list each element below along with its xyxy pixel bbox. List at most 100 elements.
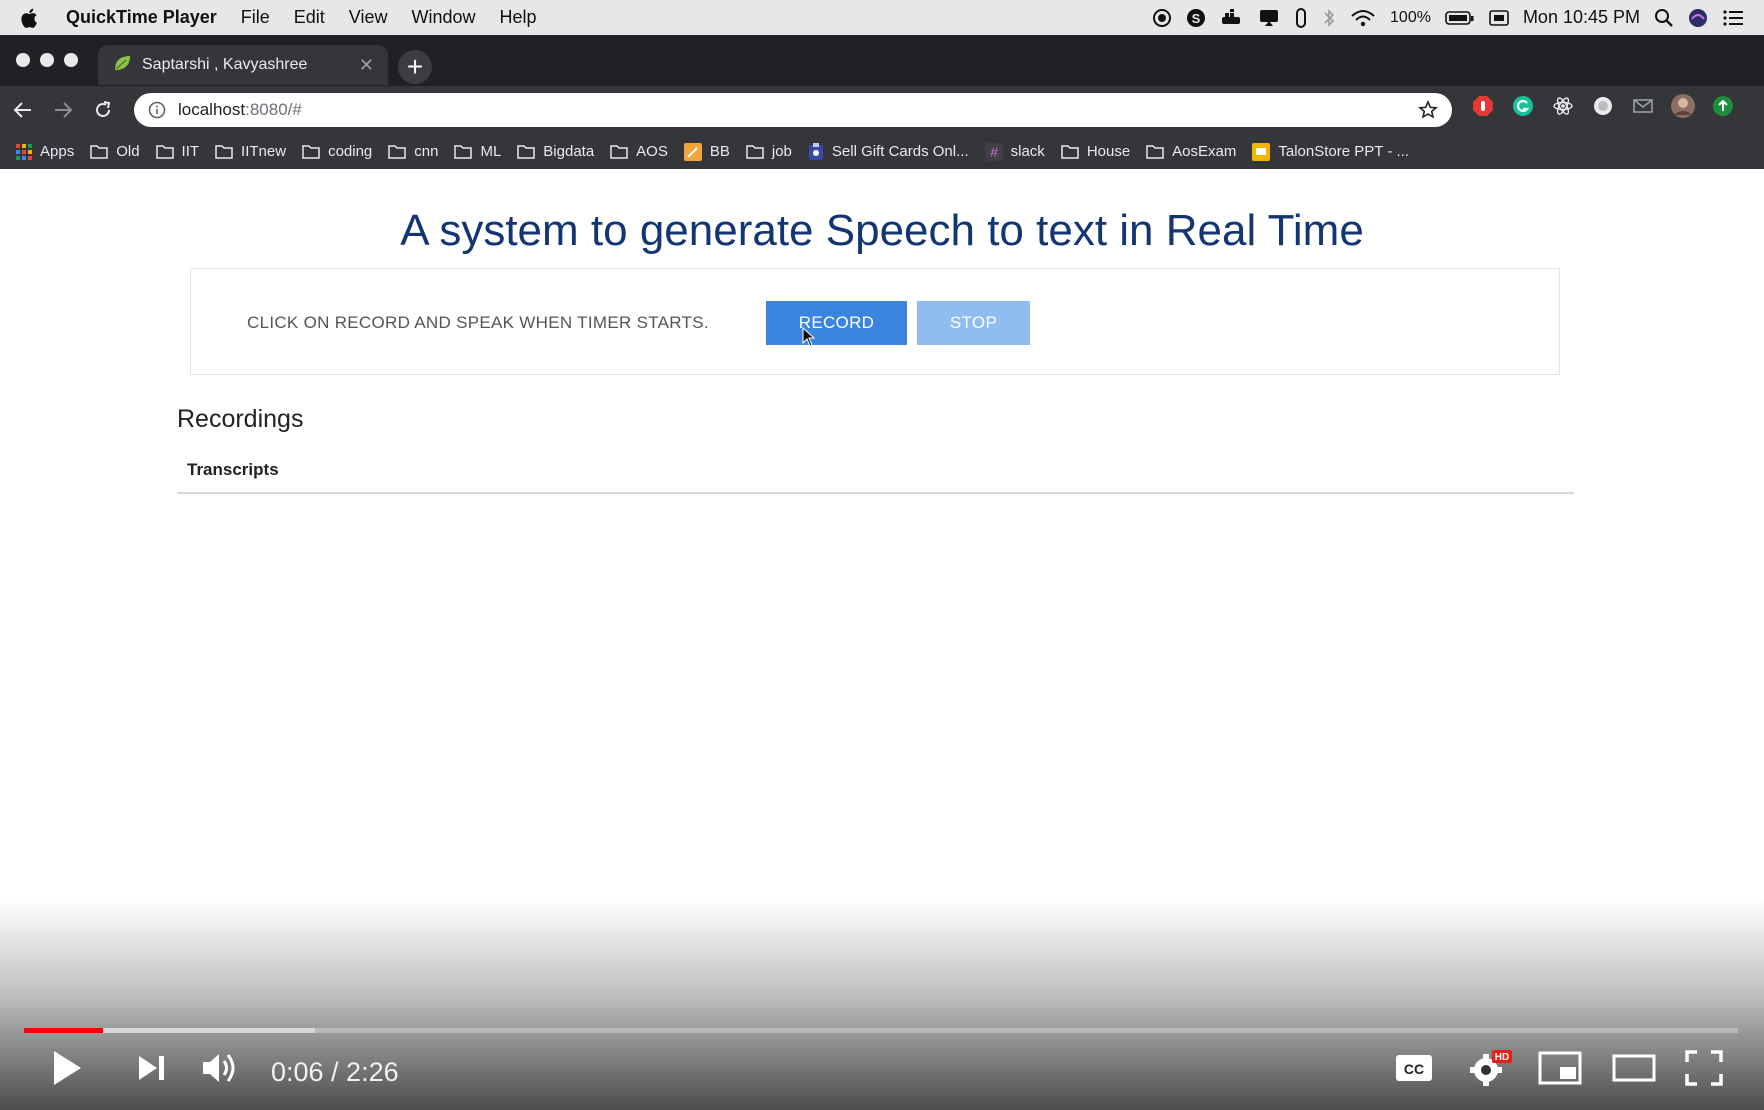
menu-view[interactable]: View [349,7,388,28]
address-bar[interactable]: localhost:8080/# [134,93,1452,127]
siri-icon[interactable] [1688,8,1708,28]
url-host: localhost [178,100,246,119]
slides-icon [1252,142,1271,161]
folder-icon [90,145,108,159]
menu-edit[interactable]: Edit [294,7,325,28]
stop-button[interactable]: STOP [917,301,1030,345]
captions-cc-button[interactable]: CC [1394,1048,1434,1088]
site-info-icon[interactable] [148,101,166,119]
app-name-menu[interactable]: QuickTime Player [66,7,217,28]
theater-mode-button[interactable] [1612,1048,1656,1088]
browser-tab-active[interactable]: Saptarshi , Kavyashree ✕ [98,45,388,85]
bookmark-folder-ml[interactable]: ML [454,143,501,160]
folder-icon [388,145,407,159]
circle-extension-icon[interactable] [1590,93,1616,119]
menu-file[interactable]: File [241,7,270,28]
bookmark-folder-aos[interactable]: AOS [610,143,668,160]
reload-button[interactable] [86,93,120,127]
slack-hash-icon: # [984,142,1003,161]
menubar-clock[interactable]: Mon 10:45 PM [1523,7,1640,28]
recordings-heading: Recordings [177,405,304,433]
spotlight-search-icon[interactable] [1654,8,1674,28]
bookmark-label: TalonStore PPT - ... [1278,143,1409,160]
close-window-button[interactable] [16,53,30,67]
bookmark-folder-coding[interactable]: coding [302,143,372,160]
docker-icon[interactable] [1220,8,1244,28]
folder-icon [610,145,628,159]
bookmark-label: Bigdata [543,143,595,160]
volume-icon[interactable] [200,1048,242,1088]
transcripts-column-header: Transcripts [187,460,279,479]
screen-record-icon[interactable] [1152,8,1172,28]
play-button[interactable] [50,1048,84,1088]
skype-icon[interactable]: S [1186,8,1206,28]
progress-played [24,1028,103,1033]
bookmark-folder-iitnew[interactable]: IITnew [215,143,286,160]
svg-text:CC: CC [1404,1061,1424,1077]
paperclip-icon[interactable] [1294,7,1308,29]
notification-center-icon[interactable] [1722,9,1744,27]
bookmarks-bar: Apps Old IIT IITnew coding cnn ML Bigdat… [0,134,1764,169]
react-devtools-icon[interactable] [1550,93,1576,119]
svg-text:HD: HD [1495,1052,1509,1063]
video-progress-bar[interactable] [24,1028,1738,1033]
folder-icon [1146,145,1164,159]
bookmark-folder-house[interactable]: House [1061,143,1130,160]
menu-help[interactable]: Help [500,7,537,28]
wifi-icon[interactable] [1350,8,1376,28]
bookmark-folder-old[interactable]: Old [90,143,140,160]
zoom-window-button[interactable] [64,53,78,67]
bluetooth-icon[interactable] [1322,7,1336,29]
bookmark-label: IITnew [241,143,287,160]
bookmark-folder-aosexam[interactable]: AosExam [1146,143,1236,160]
keyboard-icon[interactable] [1489,9,1509,27]
bookmark-star-icon[interactable] [1418,100,1438,120]
fullscreen-button[interactable] [1684,1048,1724,1088]
apple-menu-icon[interactable] [20,7,56,29]
browser-toolbar: localhost:8080/# [0,86,1764,134]
apps-grid-icon [16,143,32,160]
forward-button[interactable] [46,93,80,127]
url-path: :8080/# [245,100,302,119]
bookmark-folder-cnn[interactable]: cnn [388,143,438,160]
miniplayer-button[interactable] [1538,1048,1582,1088]
bookmark-slack[interactable]: # slack [984,142,1045,161]
gift-card-icon [808,142,823,160]
minimize-window-button[interactable] [40,53,54,67]
extensions-area [1470,93,1736,119]
new-tab-button[interactable]: + [398,50,432,84]
grammarly-extension-icon[interactable] [1510,93,1536,119]
next-video-button[interactable] [136,1048,168,1088]
bookmark-talonstore-ppt[interactable]: TalonStore PPT - ... [1252,142,1409,161]
menubar-status-area: S 100% Mon 10:45 PM [1152,7,1744,29]
bookmark-bb[interactable]: BB [683,142,730,161]
macos-menubar: QuickTime Player File Edit View Window H… [0,0,1764,36]
svg-text:#: # [990,144,998,160]
update-arrow-icon[interactable] [1710,93,1736,119]
tab-close-icon[interactable]: ✕ [359,55,374,76]
bookmark-folder-iit[interactable]: IIT [155,143,200,160]
bookmark-apps[interactable]: Apps [16,143,74,160]
bookmark-label: BB [709,143,730,160]
airplay-icon[interactable] [1258,8,1280,28]
pencil-icon [683,142,702,161]
profile-avatar[interactable] [1670,93,1696,119]
mouse-pointer-icon [802,326,816,352]
bookmark-label: AOS [636,143,668,160]
folder-icon [746,145,764,159]
settings-gear-icon[interactable]: HD [1468,1048,1512,1088]
battery-icon[interactable] [1445,10,1475,26]
bookmark-folder-job[interactable]: job [746,143,792,160]
bookmark-label: IIT [181,143,200,160]
bookmark-label: AosExam [1172,143,1237,160]
menu-window[interactable]: Window [412,7,476,28]
svg-text:S: S [1192,11,1201,26]
folder-icon [1061,145,1079,159]
record-button[interactable]: RECORD [766,301,907,345]
mail-extension-icon[interactable] [1630,93,1656,119]
bookmark-sell-gift-cards[interactable]: Sell Gift Cards Onl... [808,142,969,161]
adblock-extension-icon[interactable] [1470,93,1496,119]
folder-icon [517,145,536,159]
bookmark-folder-bigdata[interactable]: Bigdata [517,143,594,160]
back-button[interactable] [6,93,40,127]
